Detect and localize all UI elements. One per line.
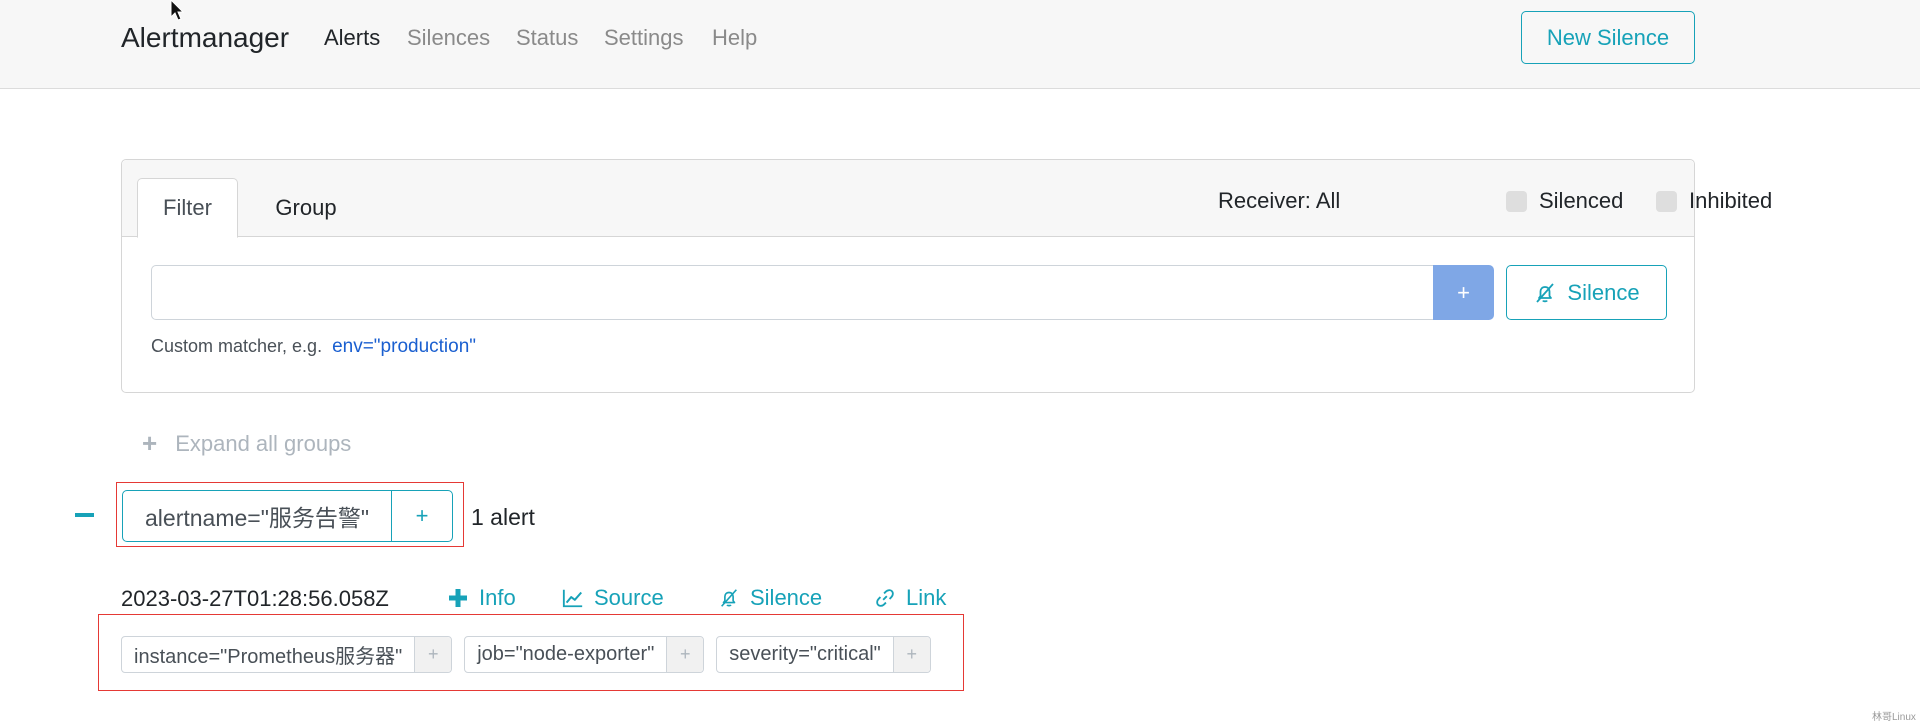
top-navbar: Alertmanager Alerts Silences Status Sett… [0,0,1920,89]
nav-status[interactable]: Status [516,25,578,51]
collapse-group-icon[interactable] [75,513,94,517]
receiver-select[interactable]: Receiver: All [1218,188,1340,214]
label-severity[interactable]: severity="critical" + [716,636,931,673]
alert-labels: instance="Prometheus服务器" + job="node-exp… [121,636,931,673]
label-job[interactable]: job="node-exporter" + [464,636,705,673]
label-job-text[interactable]: job="node-exporter" [465,637,668,672]
nav-alerts[interactable]: Alerts [324,25,380,51]
group-label-button[interactable]: alertname="服务告警" + [122,490,454,542]
bell-slash-icon [1536,282,1555,303]
alert-silence-button[interactable]: Silence [718,585,822,611]
label-instance-text[interactable]: instance="Prometheus服务器" [122,637,416,672]
matcher-input[interactable] [151,265,1434,320]
info-button[interactable]: Info [447,585,516,611]
nav-help[interactable]: Help [712,25,757,51]
nav-settings[interactable]: Settings [604,25,684,51]
silence-button[interactable]: Silence [1506,265,1667,320]
link-icon [876,589,894,607]
silenced-label: Silenced [1539,188,1624,213]
silenced-toggle[interactable]: Silenced [1506,188,1623,214]
label-severity-text[interactable]: severity="critical" [717,637,894,672]
alert-silence-label: Silence [750,585,823,610]
label-job-add[interactable]: + [667,637,704,672]
mouse-cursor-icon [170,0,185,21]
inhibited-label: Inhibited [1689,188,1773,213]
info-label: Info [479,585,516,610]
hint-example-link[interactable]: env="production" [332,336,476,357]
link-button[interactable]: Link [874,585,946,611]
filter-card: Filter Group Receiver: All Silenced Inhi… [121,159,1772,393]
filter-card-header: Filter Group Receiver: All Silenced Inhi… [122,160,1772,238]
line-chart-icon [562,589,583,608]
matcher-hint: Custom matcher, e.g. env="production" [151,336,476,358]
label-severity-add[interactable]: + [893,637,930,672]
bell-slash-icon [721,589,737,607]
inhibited-toggle[interactable]: Inhibited [1656,188,1772,214]
add-matcher-button[interactable]: + [1433,265,1494,320]
new-silence-button[interactable]: New Silence [1521,11,1695,64]
tab-group[interactable]: Group [256,178,356,238]
expand-all-groups[interactable]: + Expand all groups [142,428,351,459]
group-label-text[interactable]: alertname="服务告警" [123,491,393,541]
silence-button-label: Silence [1567,279,1640,305]
plus-icon: + [142,428,158,458]
silenced-checkbox[interactable] [1506,190,1527,212]
label-instance[interactable]: instance="Prometheus服务器" + [121,636,453,673]
watermark: 林哥Linux [1872,712,1916,723]
link-label: Link [906,585,947,610]
source-button[interactable]: Source [562,585,664,611]
inhibited-checkbox[interactable] [1656,190,1677,212]
tab-filter[interactable]: Filter [137,178,238,238]
group-label-add[interactable]: + [392,491,452,541]
nav-silences[interactable]: Silences [407,25,490,51]
label-instance-add[interactable]: + [415,637,452,672]
expand-all-label: Expand all groups [175,430,352,456]
alert-timestamp: 2023-03-27T01:28:56.058Z [121,586,389,611]
hint-text: Custom matcher, e.g. [151,336,323,356]
alert-count: 1 alert [471,504,535,530]
plus-icon [449,589,467,607]
source-label: Source [594,585,664,610]
brand-title[interactable]: Alertmanager [121,22,289,54]
